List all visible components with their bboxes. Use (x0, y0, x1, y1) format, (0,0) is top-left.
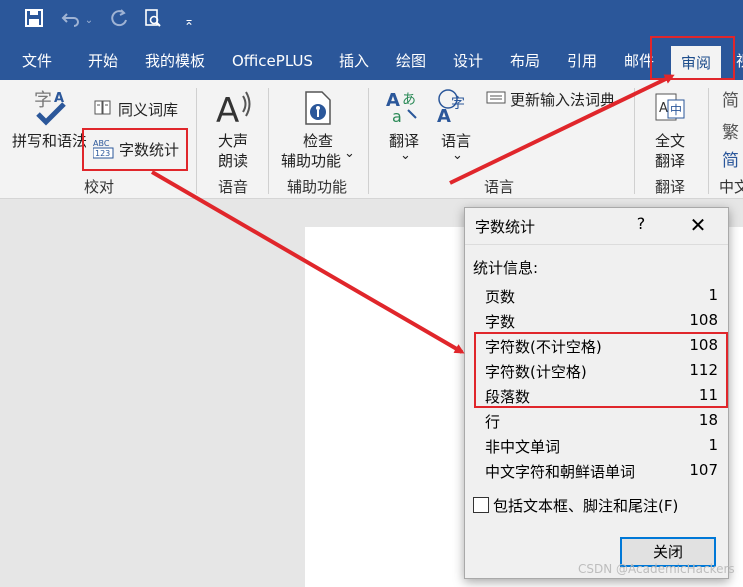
svg-text:A: A (216, 91, 239, 128)
dialog-title: 字数统计 (475, 218, 536, 236)
title-bar: ⌄ ⌅ (0, 0, 743, 42)
language-icon: 字A (437, 88, 475, 127)
thesaurus-icon (94, 99, 112, 117)
stats-header: 统计信息: (473, 259, 539, 277)
full-translate-label-2[interactable]: 翻译 (655, 150, 685, 171)
read-aloud-icon: A (216, 88, 252, 131)
translate-icon: Aあa (386, 88, 422, 126)
tab-layout[interactable]: 布局 (510, 42, 540, 80)
print-preview-icon[interactable] (140, 8, 166, 34)
svg-text:a: a (392, 107, 402, 124)
stat-label: 页数 (485, 288, 516, 306)
watermark: CSDN @AcademicHackers (578, 562, 735, 576)
stat-label: 字数 (485, 313, 516, 331)
chevron-down-icon[interactable]: ⌄ (82, 8, 96, 34)
update-ime-icon (486, 89, 506, 105)
accessibility-check-icon (302, 90, 334, 126)
group-accessibility-label: 辅助功能 (287, 178, 348, 196)
svg-text:中: 中 (670, 102, 682, 117)
stat-row-chinese-korean: 中文字符和朝鲜语单词 107 (485, 461, 718, 486)
svg-text:A: A (659, 101, 668, 116)
close-icon[interactable]: ✕ (685, 212, 711, 238)
chevron-down-icon[interactable]: ⌄ (452, 148, 463, 163)
group-proofing-label: 校对 (84, 178, 115, 196)
group-speech-label: 语音 (218, 178, 249, 196)
review-tab-highlight (650, 36, 735, 80)
chevron-down-icon[interactable]: ⌄ (344, 146, 355, 161)
stat-value: 18 (698, 411, 718, 429)
svg-text:字: 字 (34, 90, 52, 111)
group-separator (708, 88, 709, 194)
full-translate-label-1[interactable]: 全文 (655, 130, 685, 151)
update-ime-dictionary-button[interactable]: 更新输入法词典 (510, 89, 615, 110)
simp-trad-convert-button[interactable]: 简 (722, 146, 739, 171)
tab-design[interactable]: 设计 (453, 42, 483, 80)
stat-value: 107 (689, 461, 718, 479)
stats-highlight (474, 332, 728, 408)
to-traditional-button[interactable]: 繁 (722, 118, 739, 143)
group-language-label: 语言 (484, 178, 515, 196)
redo-icon[interactable] (106, 8, 132, 34)
include-textboxes-label[interactable]: 包括文本框、脚注和尾注(F) (493, 495, 678, 516)
stat-value: 1 (708, 286, 718, 304)
word-count-dialog: 字数统计 ? ✕ 统计信息: 页数 1 字数 108 字符数(不计空格) 108… (464, 207, 729, 579)
tab-officeplus[interactable]: OfficePLUS (232, 42, 313, 80)
stat-row-pages: 页数 1 (485, 286, 718, 311)
stat-label: 非中文单词 (485, 438, 561, 456)
stat-value: 1 (708, 436, 718, 454)
full-translate-icon: A中 (654, 92, 686, 124)
check-accessibility-label-1[interactable]: 检查 (303, 130, 333, 151)
spelling-grammar-icon: 字A (32, 86, 72, 126)
tab-draw[interactable]: 绘图 (396, 42, 426, 80)
chevron-down-icon[interactable]: ⌄ (400, 148, 411, 163)
svg-text:字: 字 (451, 96, 465, 112)
tab-references[interactable]: 引用 (567, 42, 597, 80)
svg-text:A: A (437, 106, 451, 124)
dialog-divider (465, 244, 728, 245)
undo-icon[interactable] (58, 8, 84, 34)
customize-icon[interactable]: ⌅ (176, 8, 202, 34)
read-aloud-label-1[interactable]: 大声 (218, 130, 248, 151)
stat-row-non-chinese-words: 非中文单词 1 (485, 436, 718, 461)
help-icon[interactable]: ? (631, 214, 651, 236)
group-separator (634, 88, 635, 194)
group-chinese-label: 中文 (719, 178, 743, 196)
group-separator (368, 88, 369, 194)
group-translation-label: 翻译 (655, 178, 686, 196)
thesaurus-button[interactable]: 同义词库 (118, 99, 178, 120)
tab-my-templates[interactable]: 我的模板 (145, 42, 205, 80)
group-separator (196, 88, 197, 194)
ribbon-tabs: 文件 开始 我的模板 OfficePLUS 插入 绘图 设计 布局 引用 邮件 … (0, 42, 743, 80)
word-count-highlight (82, 128, 188, 171)
include-textboxes-checkbox[interactable] (473, 497, 489, 513)
svg-text:あ: あ (402, 92, 416, 108)
stat-label: 中文字符和朝鲜语单词 (485, 463, 636, 481)
tab-view[interactable]: 视 (736, 42, 743, 80)
tab-home[interactable]: 开始 (88, 42, 118, 80)
tab-insert[interactable]: 插入 (339, 42, 369, 80)
stat-label: 行 (485, 413, 501, 431)
stat-value: 108 (689, 311, 718, 329)
to-simplified-button[interactable]: 简 (722, 86, 739, 111)
tab-file[interactable]: 文件 (22, 42, 52, 80)
check-accessibility-label-2[interactable]: 辅助功能 (281, 150, 341, 171)
save-icon[interactable] (21, 8, 47, 34)
stat-row-lines: 行 18 (485, 411, 718, 436)
group-separator (268, 88, 269, 194)
read-aloud-label-2[interactable]: 朗读 (218, 150, 248, 171)
spelling-grammar-button[interactable]: 拼写和语法 (12, 130, 87, 151)
